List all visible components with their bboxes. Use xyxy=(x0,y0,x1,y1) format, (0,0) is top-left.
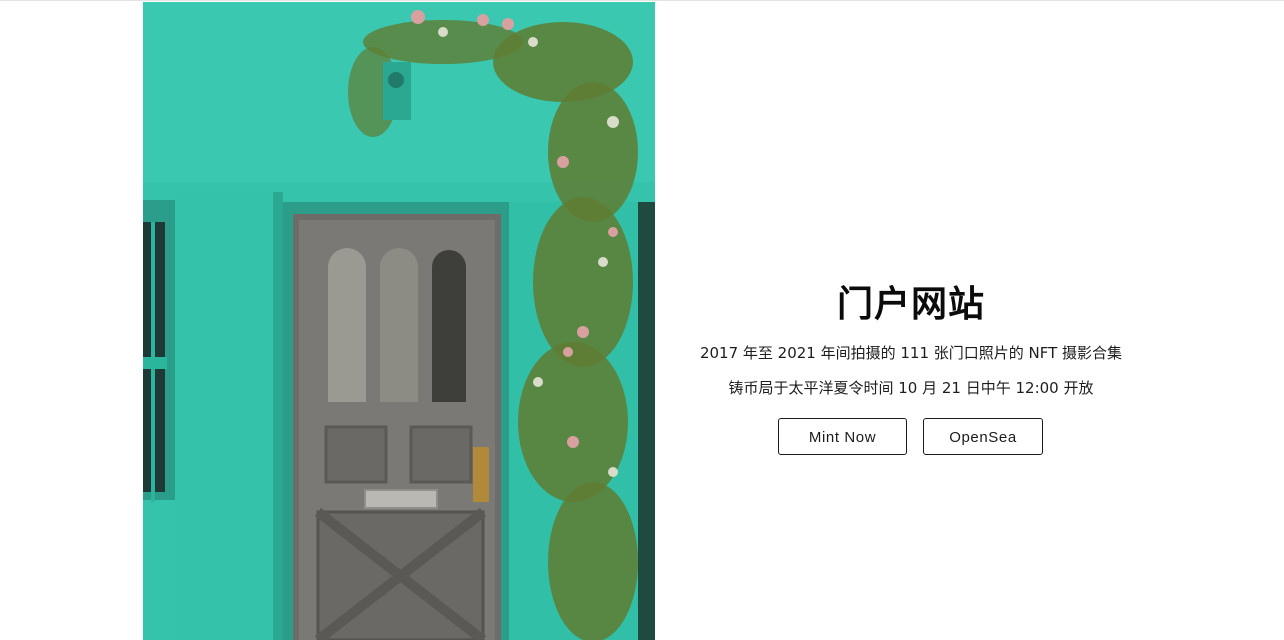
door-photo-illustration xyxy=(143,2,655,640)
opensea-button[interactable]: OpenSea xyxy=(923,418,1043,455)
mint-now-button[interactable]: Mint Now xyxy=(778,418,907,455)
collection-description: 2017 年至 2021 年间拍摄的 111 张门口照片的 NFT 摄影合集 xyxy=(699,344,1123,362)
door-photo xyxy=(143,2,655,640)
hero-content: 门户网站 2017 年至 2021 年间拍摄的 111 张门口照片的 NFT 摄… xyxy=(655,0,1167,640)
page-title: 门户网站 xyxy=(836,284,985,325)
mint-schedule: 铸币局于太平洋夏令时间 10 月 21 日中午 12:00 开放 xyxy=(728,379,1094,397)
